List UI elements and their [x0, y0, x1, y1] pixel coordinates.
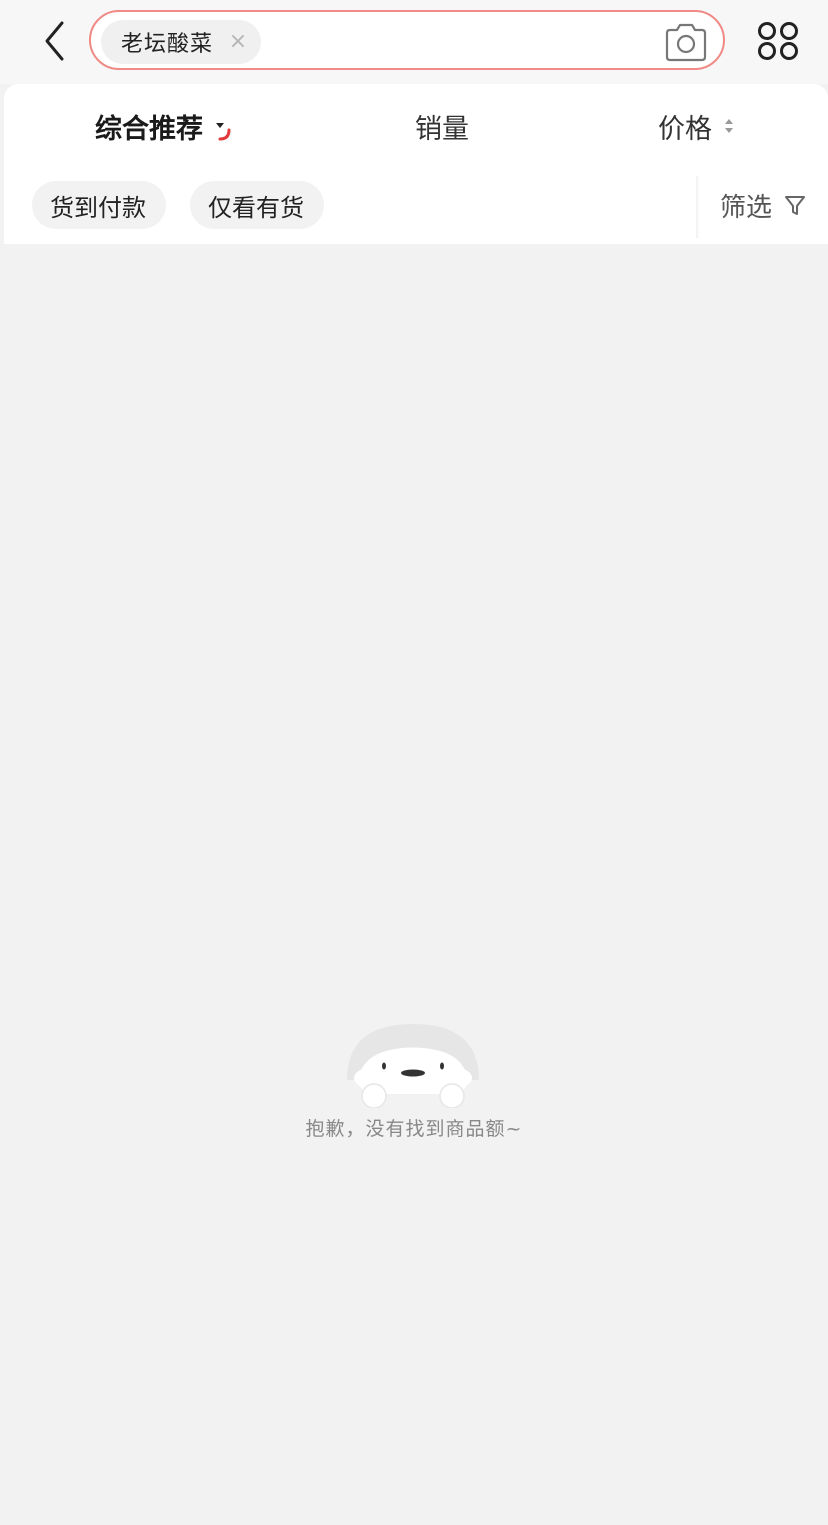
sort-filter-panel: 综合推荐 销量 价格 货到付款 仅看有货 筛选 [4, 84, 828, 244]
filter-chip-label: 货到付款 [50, 193, 146, 222]
caret-down-icon [216, 123, 231, 141]
empty-state-message: 抱歉，没有找到商品额~ [305, 1118, 523, 1140]
top-bar: 老坛酸菜 × [0, 0, 828, 84]
empty-dog-illustration [347, 1024, 479, 1108]
grid-circles-icon [758, 22, 798, 60]
back-button[interactable] [36, 18, 72, 64]
filter-button[interactable]: 筛选 [720, 181, 808, 229]
filter-chip-cash-on-delivery[interactable]: 货到付款 [32, 181, 166, 229]
filter-chip-label: 仅看有货 [208, 193, 304, 222]
camera-search-button[interactable] [663, 21, 709, 63]
clear-query-icon[interactable]: × [227, 29, 249, 54]
camera-icon [665, 23, 707, 62]
tab-price[interactable]: 价格 [658, 106, 738, 146]
search-query-text: 老坛酸菜 [121, 32, 214, 57]
tab-comprehensive[interactable]: 综合推荐 [95, 106, 235, 146]
empty-state: 抱歉，没有找到商品额~ [0, 1018, 828, 1148]
filter-chip-in-stock[interactable]: 仅看有货 [190, 181, 324, 229]
sort-up-down-icon [725, 119, 733, 133]
more-button[interactable] [756, 20, 800, 62]
chevron-left-icon [45, 21, 64, 61]
filter-divider [696, 176, 700, 238]
tab-sales[interactable]: 销量 [415, 106, 469, 146]
tab-comprehensive-label: 综合推荐 [95, 113, 203, 145]
tab-sales-label: 销量 [415, 113, 469, 145]
search-box[interactable]: 老坛酸菜 × [89, 10, 725, 70]
funnel-icon [785, 196, 806, 215]
filter-button-label: 筛选 [720, 192, 773, 223]
search-query-chip[interactable]: 老坛酸菜 × [101, 20, 261, 64]
tab-price-label: 价格 [658, 113, 712, 145]
